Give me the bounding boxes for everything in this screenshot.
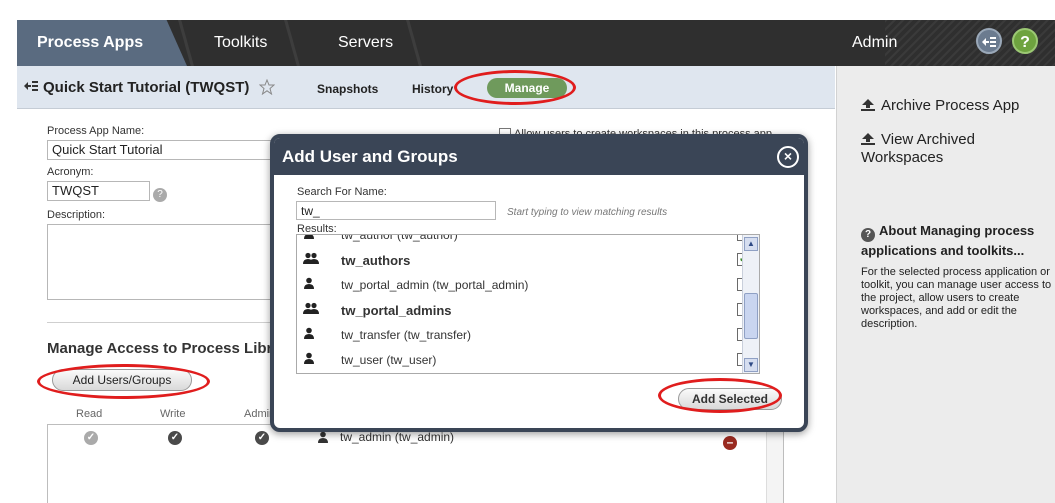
result-row[interactable]: tw_user (tw_user) bbox=[297, 348, 750, 373]
highlight-manage bbox=[454, 70, 576, 105]
result-row[interactable]: tw_author (tw_author) bbox=[297, 234, 750, 248]
result-name: tw_author (tw_author) bbox=[341, 234, 458, 242]
user-icon bbox=[317, 431, 329, 446]
group-icon bbox=[303, 302, 319, 317]
result-name: tw_portal_admin (tw_portal_admin) bbox=[341, 278, 529, 292]
result-name: tw_portal_admins bbox=[341, 303, 452, 318]
result-name: tw_user (tw_user) bbox=[341, 353, 437, 367]
user-icon bbox=[303, 352, 315, 367]
info-icon: ? bbox=[861, 228, 875, 242]
dialog-header: Add User and Groups × bbox=[274, 138, 804, 175]
app-name-input[interactable]: Quick Start Tutorial bbox=[47, 140, 287, 160]
results-list: tw_author (tw_author) tw_authors✓ tw_porta… bbox=[296, 234, 760, 374]
search-hint: Start typing to view matching results bbox=[507, 207, 668, 218]
result-row[interactable]: tw_transfer (tw_transfer) bbox=[297, 323, 750, 348]
scroll-down-icon[interactable]: ▼ bbox=[744, 358, 758, 372]
result-row[interactable]: tw_portal_admin (tw_portal_admin) bbox=[297, 273, 750, 298]
search-label: Search For Name: bbox=[297, 186, 387, 198]
scroll-thumb[interactable] bbox=[744, 293, 758, 339]
results-scrollbar[interactable]: ▲ ▼ bbox=[742, 235, 759, 373]
user-icon bbox=[303, 277, 315, 292]
access-list: ✓ ✓ ✓ tw_admin (tw_admin) – bbox=[47, 424, 784, 503]
admin-check-icon[interactable]: ✓ bbox=[255, 431, 269, 445]
tab-servers[interactable]: Servers bbox=[338, 20, 393, 66]
scroll-up-icon[interactable]: ▲ bbox=[744, 237, 758, 251]
page-title: Quick Start Tutorial (TWQST) bbox=[43, 79, 250, 96]
dialog-title: Add User and Groups bbox=[282, 147, 458, 166]
tab-toolkits[interactable]: Toolkits bbox=[214, 20, 267, 66]
result-name: tw_authors bbox=[341, 253, 411, 268]
acronym-label: Acronym: bbox=[47, 166, 94, 178]
tab-process-apps[interactable]: Process Apps bbox=[17, 20, 187, 66]
result-name: tw_transfer (tw_transfer) bbox=[341, 328, 472, 342]
star-icon[interactable] bbox=[258, 78, 276, 98]
description-label: Description: bbox=[47, 209, 106, 221]
search-input[interactable]: tw_ bbox=[296, 201, 496, 220]
process-app-header: Quick Start Tutorial (TWQST) Snapshots H… bbox=[17, 66, 835, 109]
admin-link[interactable]: Admin bbox=[852, 20, 897, 66]
switch-view-icon[interactable] bbox=[976, 28, 1002, 54]
result-row[interactable]: tw_authors✓ bbox=[297, 248, 750, 273]
group-icon bbox=[303, 252, 319, 267]
highlight-add-users bbox=[37, 364, 210, 399]
help-icon[interactable]: ? bbox=[1012, 28, 1038, 54]
user-icon bbox=[303, 235, 315, 242]
acronym-input[interactable]: TWQST bbox=[47, 181, 150, 201]
about-title: ? About Managing process applications and… bbox=[861, 223, 1035, 258]
history-link[interactable]: History bbox=[412, 82, 453, 96]
help-icon[interactable]: ? bbox=[153, 184, 171, 202]
archive-app-label: Archive Process App bbox=[881, 97, 1020, 114]
read-check-icon[interactable]: ✓ bbox=[84, 431, 98, 445]
result-row[interactable] bbox=[297, 373, 743, 374]
perm-header-read: Read bbox=[76, 408, 103, 420]
write-check-icon[interactable]: ✓ bbox=[168, 431, 182, 445]
result-row[interactable]: tw_portal_admins bbox=[297, 298, 750, 323]
perm-header-write: Write bbox=[160, 408, 186, 420]
highlight-add-selected bbox=[658, 378, 782, 413]
app-name-label: Process App Name: bbox=[47, 125, 145, 137]
view-archived-icon bbox=[861, 133, 875, 145]
snapshots-link[interactable]: Snapshots bbox=[317, 82, 378, 96]
section-title: Manage Access to Process Library bbox=[47, 340, 272, 357]
process-app-icon bbox=[23, 79, 39, 96]
about-text: For the selected process application or … bbox=[861, 266, 1052, 330]
description-textarea[interactable] bbox=[47, 224, 287, 300]
archive-app-link[interactable]: Archive Process App bbox=[861, 97, 1019, 115]
view-archived-label: View Archived Workspaces bbox=[861, 131, 975, 166]
perm-header-admin: Admin bbox=[244, 408, 270, 420]
user-icon bbox=[303, 327, 315, 342]
remove-icon[interactable]: – bbox=[723, 436, 737, 450]
right-panel: Archive Process App View Archived Worksp… bbox=[836, 66, 1055, 503]
archive-icon bbox=[861, 99, 875, 111]
close-icon[interactable]: × bbox=[777, 146, 799, 168]
access-user-name: tw_admin (tw_admin) bbox=[340, 430, 455, 444]
access-scrollbar[interactable] bbox=[766, 425, 783, 503]
view-archived-link[interactable]: View Archived Workspaces bbox=[861, 131, 1041, 167]
